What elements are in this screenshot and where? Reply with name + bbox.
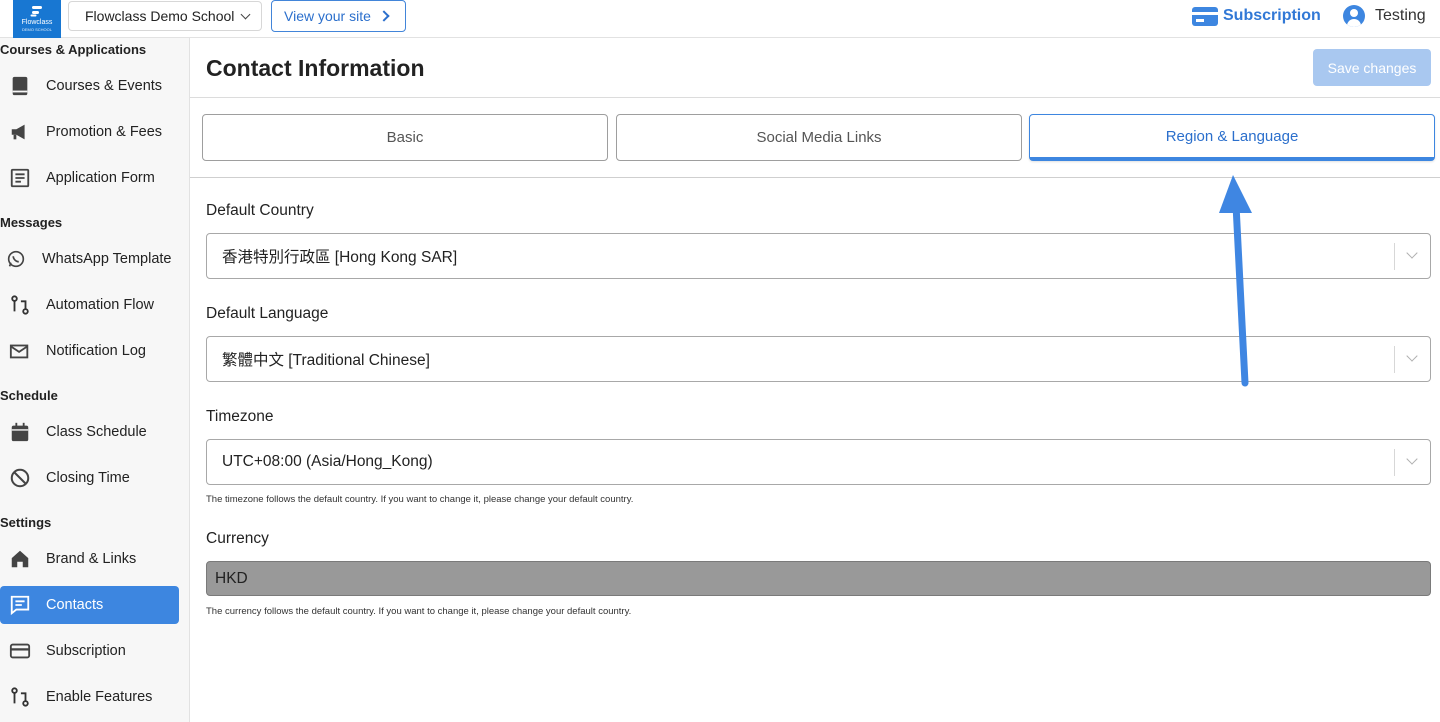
sidebar-item-label: Notification Log: [46, 343, 146, 359]
calendar-icon: [8, 420, 32, 444]
sidebar-item-label: Class Schedule: [46, 424, 147, 440]
chevron-down-icon: [240, 9, 251, 19]
sidebar-item-closing-time[interactable]: Closing Time: [0, 459, 179, 497]
sidebar-item-class-schedule[interactable]: Class Schedule: [0, 413, 179, 451]
logo-subtext: DEMO SCHOOL: [21, 27, 52, 32]
logo-text: Flowclass: [21, 19, 53, 26]
default-country-label: Default Country: [206, 202, 314, 219]
sidebar-item-label: Promotion & Fees: [46, 124, 163, 140]
whatsapp-icon: [4, 247, 28, 271]
default-country-select[interactable]: 香港特別行政區 [Hong Kong SAR]: [206, 233, 1431, 279]
sidebar-item-subscription[interactable]: Subscription: [0, 632, 179, 670]
timezone-select[interactable]: UTC+08:00 (Asia/Hong_Kong): [206, 439, 1431, 485]
sidebar-item-label: Contacts: [46, 597, 104, 613]
school-name: Flowclass Demo School: [85, 8, 235, 24]
top-bar: Flowclass DEMO SCHOOL Flowclass Demo Sch…: [0, 0, 1440, 38]
currency-note: The currency follows the default country…: [206, 606, 632, 617]
sidebar-item-promotion-fees[interactable]: Promotion & Fees: [0, 113, 179, 151]
subscription-link[interactable]: Subscription: [1192, 4, 1321, 28]
default-language-label: Default Language: [206, 305, 329, 322]
page-header: Contact Information Save changes: [190, 38, 1440, 98]
timezone-value: UTC+08:00 (Asia/Hong_Kong): [222, 453, 433, 470]
ban-icon: [8, 466, 32, 490]
tab-bar: Basic Social Media Links Region & Langua…: [190, 98, 1440, 178]
tab-social-media-links[interactable]: Social Media Links: [616, 114, 1022, 161]
book-icon: [8, 74, 32, 98]
sidebar-item-label: Enable Features: [46, 689, 153, 705]
sidebar-item-label: Application Form: [46, 170, 155, 186]
sidebar-item-automation-flow[interactable]: Automation Flow: [0, 286, 179, 324]
sidebar-item-enable-features[interactable]: Enable Features: [0, 678, 179, 716]
sidebar-item-courses-events[interactable]: Courses & Events: [0, 67, 179, 105]
region-language-form: Default Country 香港特別行政區 [Hong Kong SAR] …: [190, 178, 1440, 722]
sidebar-item-notification-log[interactable]: Notification Log: [0, 332, 179, 370]
user-avatar-icon: [1343, 5, 1365, 27]
home-icon: [8, 547, 32, 571]
flow-icon: [8, 293, 32, 317]
sidebar-item-label: Courses & Events: [46, 78, 163, 94]
page-title: Contact Information: [206, 55, 425, 81]
tab-region-language[interactable]: Region & Language: [1029, 114, 1435, 161]
sidebar-item-label: Subscription: [46, 643, 126, 659]
select-divider: [1394, 243, 1395, 270]
view-site-button[interactable]: View your site: [271, 0, 406, 32]
sidebar-section-messages: Messages: [0, 215, 63, 230]
sidebar-item-whatsapp-template[interactable]: WhatsApp Template: [0, 240, 179, 278]
default-language-select[interactable]: 繁體中文 [Traditional Chinese]: [206, 336, 1431, 382]
flow-icon: [8, 685, 32, 709]
sidebar-item-application-form[interactable]: Application Form: [0, 159, 179, 197]
view-site-label: View your site: [284, 8, 371, 24]
form-icon: [8, 166, 32, 190]
sidebar-item-brand-links[interactable]: Brand & Links: [0, 540, 179, 578]
save-button[interactable]: Save changes: [1313, 49, 1431, 86]
sidebar-item-contacts[interactable]: Contacts: [0, 586, 179, 624]
mail-icon: [8, 339, 32, 363]
chevron-down-icon[interactable]: [1406, 247, 1418, 259]
subscription-label: Subscription: [1223, 7, 1321, 24]
megaphone-icon: [8, 120, 32, 144]
chat-icon: [8, 593, 32, 617]
timezone-label: Timezone: [206, 408, 274, 425]
sidebar-section-settings: Settings: [0, 515, 52, 530]
credit-card-icon: [1192, 6, 1218, 26]
sidebar: Courses & Applications Courses & Events …: [0, 38, 190, 722]
chevron-down-icon[interactable]: [1406, 453, 1418, 465]
select-divider: [1394, 449, 1395, 476]
timezone-note: The timezone follows the default country…: [206, 494, 634, 505]
sidebar-section-courses: Courses & Applications: [0, 42, 147, 57]
logo-mark-icon: [30, 6, 44, 18]
tab-basic[interactable]: Basic: [202, 114, 608, 161]
default-country-value: 香港特別行政區 [Hong Kong SAR]: [222, 249, 458, 266]
app-logo[interactable]: Flowclass DEMO SCHOOL: [13, 0, 61, 38]
user-menu[interactable]: Testing: [1343, 4, 1426, 28]
sidebar-item-label: Brand & Links: [46, 551, 137, 567]
school-selector[interactable]: Flowclass Demo School: [68, 1, 262, 31]
currency-field: HKD: [206, 561, 1431, 596]
currency-value: HKD: [215, 569, 248, 587]
default-language-value: 繁體中文 [Traditional Chinese]: [222, 352, 430, 369]
sidebar-item-label: WhatsApp Template: [42, 251, 172, 267]
sidebar-item-label: Automation Flow: [46, 297, 154, 313]
card-icon: [8, 639, 32, 663]
chevron-down-icon[interactable]: [1406, 350, 1418, 362]
user-name: Testing: [1375, 7, 1426, 24]
sidebar-section-schedule: Schedule: [0, 388, 58, 403]
select-divider: [1394, 346, 1395, 373]
chevron-right-icon: [378, 10, 390, 22]
currency-label: Currency: [206, 530, 269, 547]
sidebar-item-label: Closing Time: [46, 470, 130, 486]
